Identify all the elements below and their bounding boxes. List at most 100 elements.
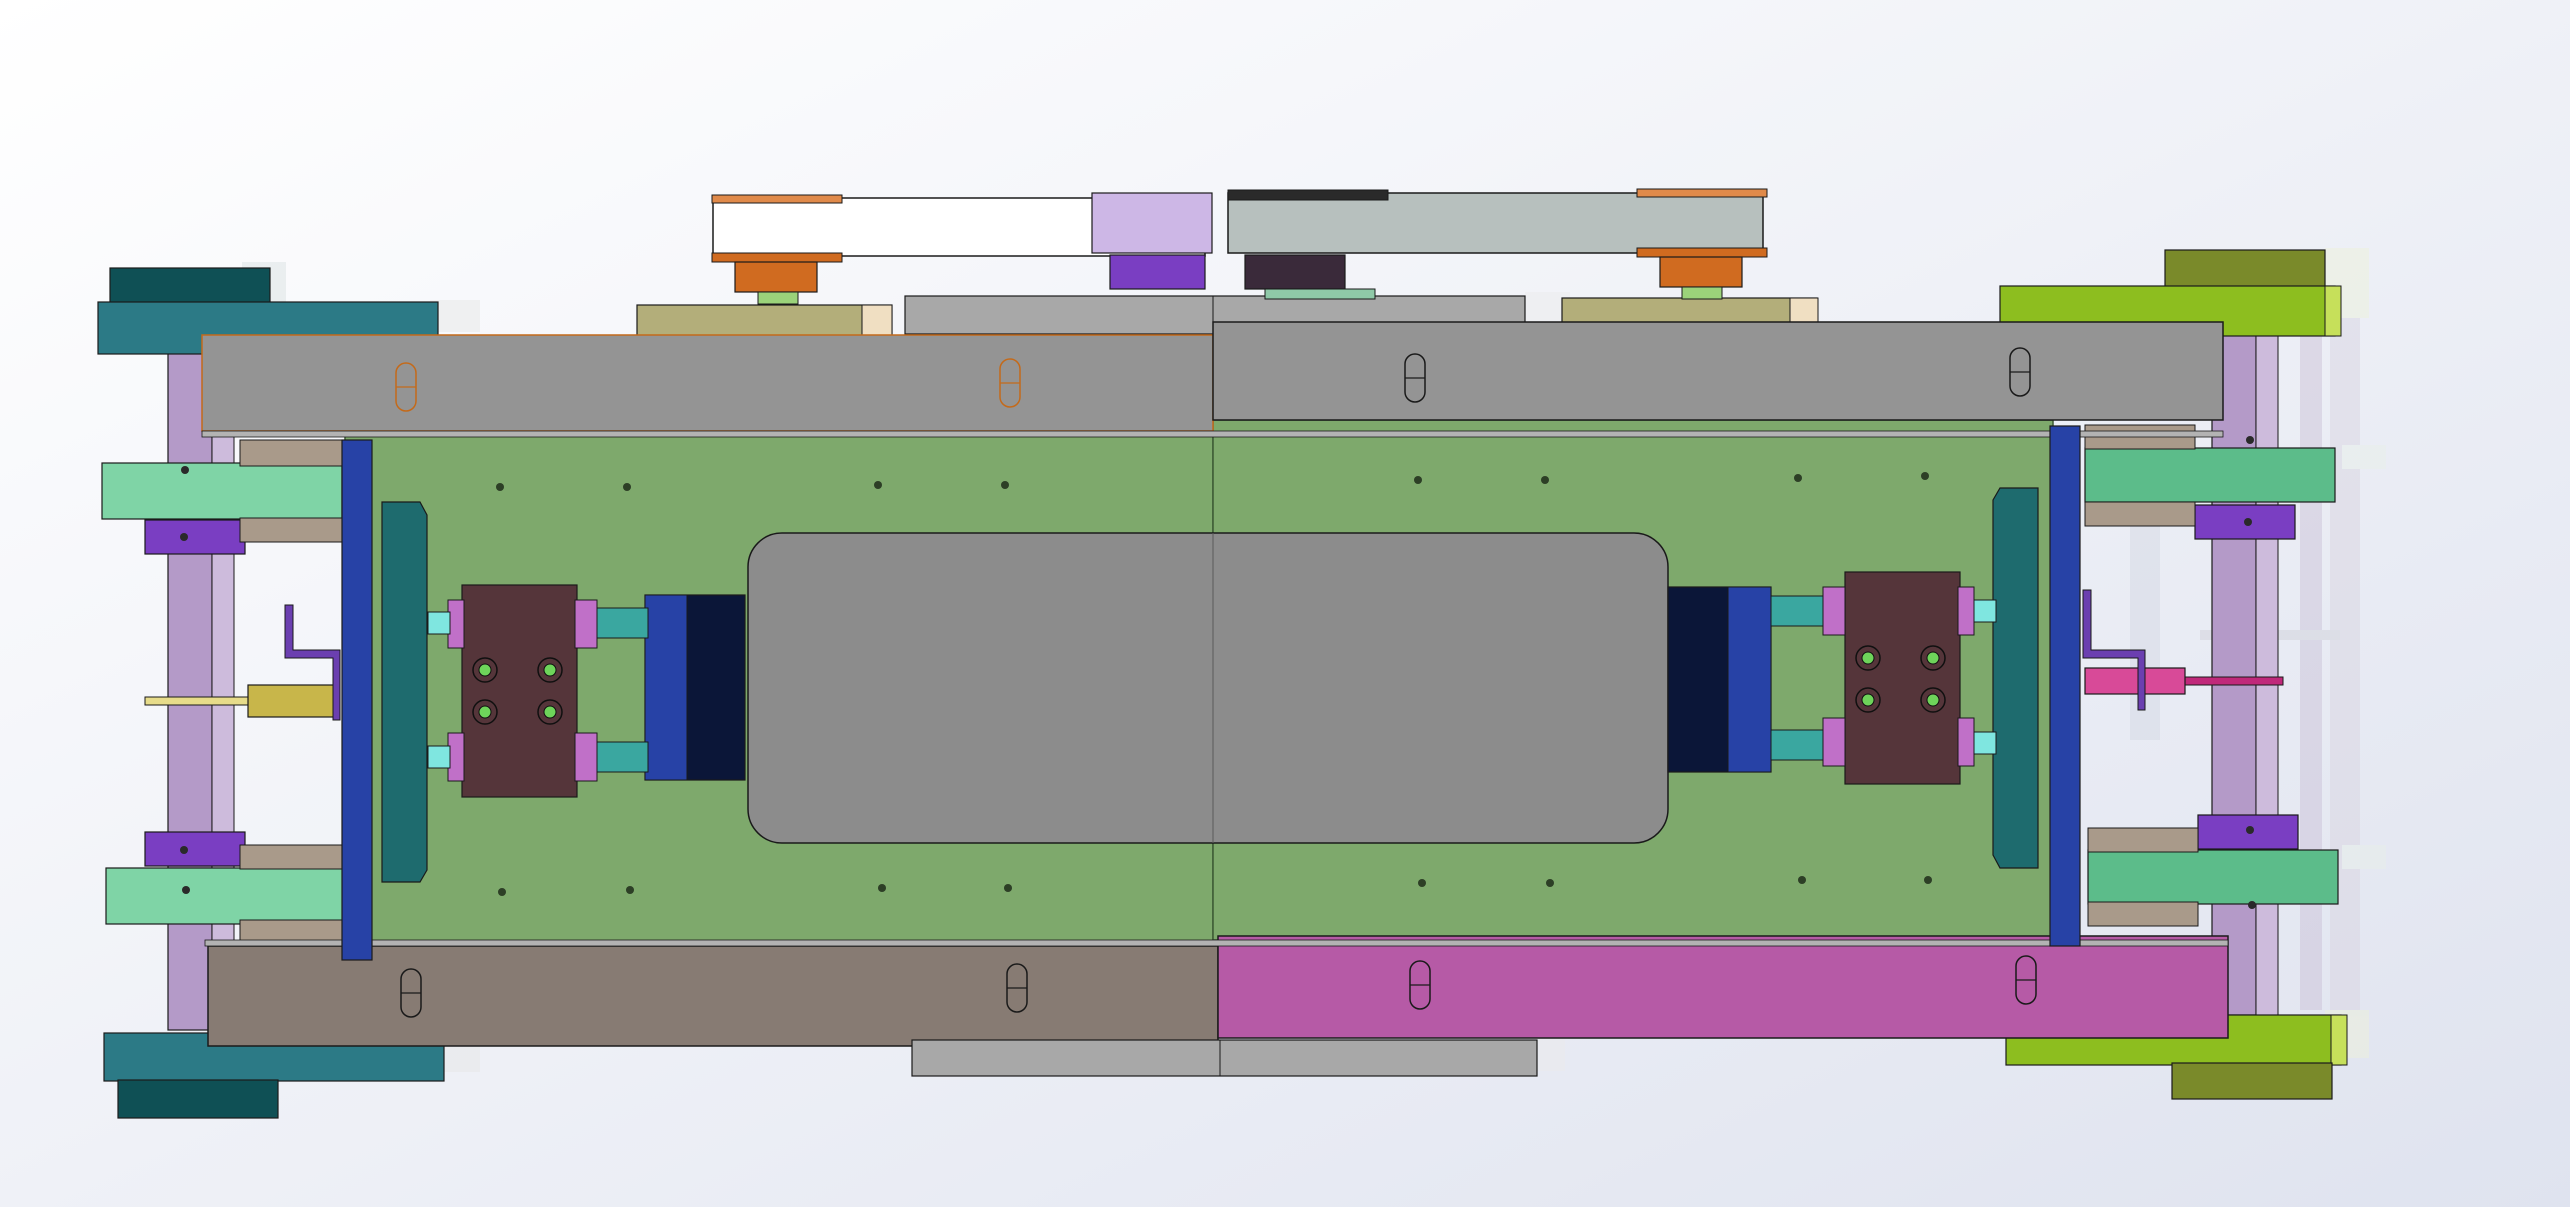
bolt-hole-icon (472, 699, 498, 725)
left-top-mint-belt (101, 462, 343, 520)
top-rail-lip (201, 430, 2224, 438)
left-pink-top-r (574, 599, 598, 649)
bolt-hole-icon (180, 846, 188, 854)
right-axle-purple-inner (2255, 334, 2279, 1016)
pulley-orange-right-cap-bottom (1636, 247, 1768, 258)
left-top-dark-teal (109, 267, 271, 307)
right-spring-bottom (1770, 729, 1824, 761)
bolt-hole-icon (1924, 876, 1932, 884)
top-rail-right (1212, 321, 2224, 421)
right-pink-bot-l (1822, 717, 1846, 767)
left-bottom-mint-belt (105, 867, 347, 925)
right-top-lime-cap (2324, 285, 2342, 337)
right-top-olive (2164, 249, 2326, 291)
bolt-hole-icon (623, 483, 631, 491)
right-pink-collar (2084, 667, 2186, 695)
pulley-dark-mid-top (1227, 189, 1389, 201)
left-axle-purple-inner (211, 349, 235, 1031)
left-brown-block (461, 584, 578, 798)
bolt-hole-icon (472, 657, 498, 683)
bolt-hole-icon (181, 466, 189, 474)
cad-model-viewport[interactable] (0, 0, 2570, 1207)
bolt-hole-icon (1920, 687, 1946, 713)
ghost-mint-right-bottom (2342, 845, 2386, 869)
left-bottom-spacer (239, 844, 345, 870)
tan-block-left (636, 304, 893, 340)
right-pink-bot-r (1957, 717, 1975, 767)
right-bottom-mint-belt (2087, 849, 2339, 905)
pulley-orange-right-shaft (1681, 286, 1723, 300)
right-shaft-top (1973, 599, 1997, 623)
bolt-hole-icon (1004, 884, 1012, 892)
center-panel (747, 532, 1669, 844)
pulley-purple-mid-bottom (1109, 254, 1206, 290)
right-brown-block (1844, 571, 1961, 785)
right-bottom-spacer (2087, 827, 2199, 853)
bolt-hole-icon (874, 481, 882, 489)
left-spring-bottom (595, 741, 649, 773)
right-frame-blue (2049, 425, 2081, 947)
bolt-hole-icon (1546, 879, 1554, 887)
bolt-hole-icon (496, 483, 504, 491)
right-bottom-olive (2171, 1062, 2333, 1100)
bolt-hole-icon (878, 884, 886, 892)
bolt-hole-icon (537, 657, 563, 683)
bolt-hole-icon (1921, 472, 1929, 480)
bolt-hole-icon (2244, 518, 2252, 526)
bolt-hole-icon (1541, 476, 1549, 484)
left-axle-purple (167, 349, 213, 1031)
bolt-hole-icon (1798, 876, 1806, 884)
bottom-rail-right (1217, 935, 2229, 1039)
right-top-spacer-2 (2084, 501, 2196, 527)
left-frame-blue (341, 439, 373, 961)
left-shaft-bottom (427, 745, 451, 769)
bolt-hole-icon (1794, 474, 1802, 482)
right-spring-top (1770, 595, 1824, 627)
left-teal-plate (381, 501, 428, 883)
bolt-hole-icon (1001, 481, 1009, 489)
pulley-purple-mid-top (1091, 192, 1213, 254)
bottom-rail-lip (204, 939, 2229, 947)
left-top-purple-hub (144, 519, 246, 555)
bolt-hole-icon (498, 888, 506, 896)
right-teal-plate (1992, 487, 2039, 869)
pulley-orange-left-hub (734, 261, 818, 293)
cad-assembly-render[interactable] (0, 0, 2570, 1207)
bolt-hole-icon (2248, 901, 2256, 909)
left-bottom-dark-teal (117, 1079, 279, 1119)
bottom-rail-left (207, 945, 1219, 1047)
pulley-orange-left-cap-top (711, 194, 843, 204)
bolt-hole-icon (1855, 687, 1881, 713)
bolt-hole-icon (1920, 645, 1946, 671)
bolt-hole-icon (2246, 826, 2254, 834)
bolt-hole-icon (1418, 879, 1426, 887)
right-blue-face (1727, 586, 1772, 773)
bolt-hole-icon (180, 533, 188, 541)
left-blue-face (644, 594, 688, 781)
bolt-hole-icon (626, 886, 634, 894)
right-top-mint-belt (2084, 447, 2336, 503)
pulley-orange-left-shaft (757, 291, 799, 305)
right-shaft-bottom (1973, 731, 1997, 755)
pulley-orange-right-cap-top (1636, 188, 1768, 198)
left-top-spacer (239, 439, 345, 467)
bolt-hole-icon (1855, 645, 1881, 671)
gray-belt (1227, 192, 1764, 254)
pulley-dark-mid-bottom (1244, 254, 1346, 290)
pulley-orange-right-hub (1659, 256, 1743, 288)
bolt-hole-icon (537, 699, 563, 725)
right-pink-top-r (1957, 586, 1975, 636)
bottom-gray-block (911, 1039, 1538, 1077)
tan-block-left-cap (861, 304, 893, 340)
right-pink-top-l (1822, 586, 1846, 636)
right-bottom-lime-cap (2330, 1014, 2348, 1066)
bolt-hole-icon (2246, 436, 2254, 444)
ghost-mint-right-top (2342, 445, 2386, 469)
right-bottom-spacer-2 (2087, 901, 2199, 927)
left-top-spacer-2 (239, 517, 345, 543)
pulley-orange-left-cap-bottom (711, 252, 843, 263)
left-spring-top (595, 607, 649, 639)
bolt-hole-icon (1414, 476, 1422, 484)
left-brass-rod (144, 696, 256, 706)
left-shaft-top (427, 611, 451, 635)
